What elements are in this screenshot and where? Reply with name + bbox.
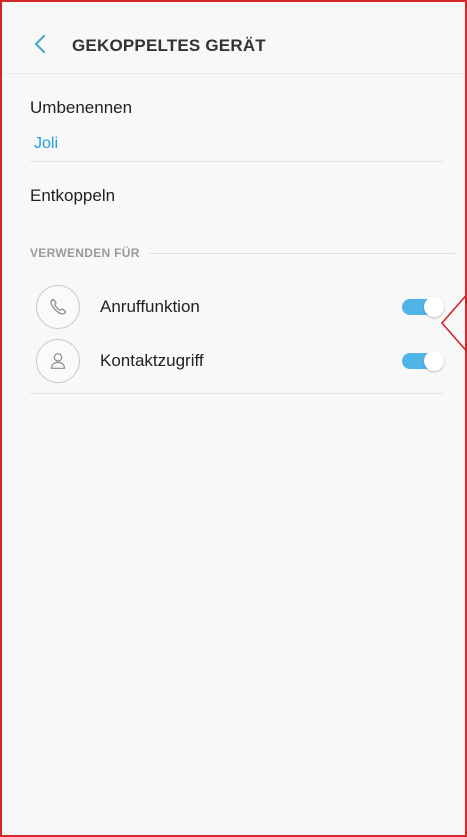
unpair-label: Entkoppeln — [30, 186, 116, 205]
section-header-use-for: VERWENDEN FÜR — [30, 246, 455, 260]
contact-access-toggle[interactable] — [402, 351, 444, 371]
call-function-label: Anruffunktion — [100, 297, 200, 316]
section-label: VERWENDEN FÜR — [30, 246, 150, 260]
rename-label: Umbenennen — [30, 98, 133, 117]
list-item-contact-access[interactable]: Kontaktzugriff — [30, 336, 444, 394]
contact-access-label: Kontaktzugriff — [100, 351, 204, 370]
chevron-left-icon[interactable] — [32, 32, 48, 56]
list-item-call-function[interactable]: Anruffunktion — [30, 282, 444, 334]
person-icon — [36, 339, 80, 383]
app-header: GEKOPPELTES GERÄT — [2, 2, 465, 74]
screen-frame: GEKOPPELTES GERÄT Umbenennen Joli Entkop… — [0, 0, 467, 837]
device-name-value: Joli — [34, 135, 59, 152]
phone-icon — [36, 285, 80, 329]
rename-row[interactable]: Umbenennen Joli — [30, 88, 443, 162]
call-function-toggle[interactable] — [402, 297, 444, 317]
page-title: GEKOPPELTES GERÄT — [72, 36, 266, 55]
unpair-row[interactable]: Entkoppeln — [30, 162, 443, 230]
highlight-callout-marker — [440, 295, 465, 351]
